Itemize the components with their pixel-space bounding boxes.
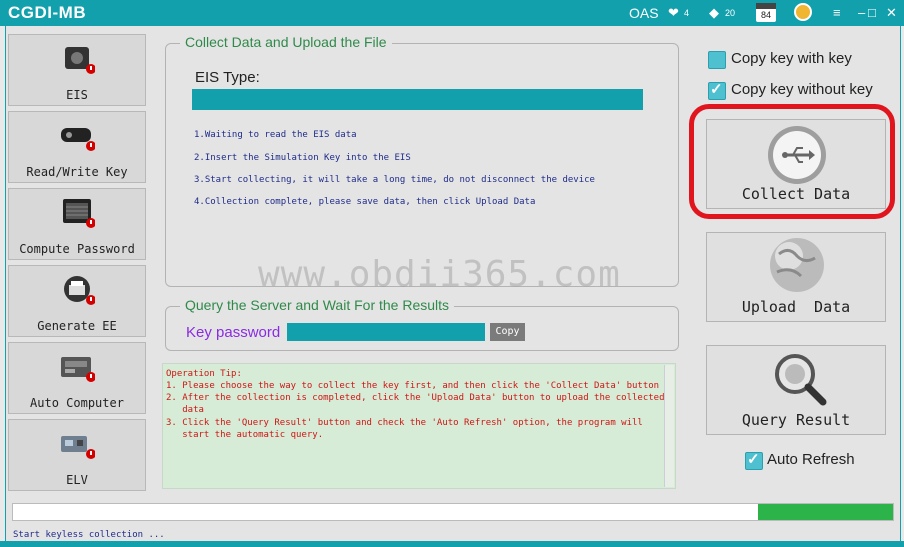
window-border-bottom	[0, 541, 904, 547]
calendar-day: 84	[760, 10, 771, 20]
eis-type-label: EIS Type:	[195, 69, 260, 86]
status-text: Start keyless collection ...	[13, 530, 165, 540]
close-icon[interactable]: ✕	[886, 5, 897, 21]
eis-type-field[interactable]	[192, 89, 643, 110]
sidebar-item-label: ELV	[66, 473, 88, 487]
tip-line: 2. After the collection is completed, cl…	[166, 393, 665, 403]
collect-data-button[interactable]: Collect Data	[706, 119, 886, 209]
auto-refresh-label: Auto Refresh	[767, 451, 855, 468]
step-item: 3.Start collecting, it will take a long …	[194, 175, 595, 185]
app-title: CGDI-MB	[8, 3, 87, 22]
sidebar-item-compute-password[interactable]: Compute Password	[8, 188, 146, 260]
copy-button[interactable]: Copy	[490, 323, 525, 341]
copy-without-key-checkbox[interactable]: ✓	[708, 81, 726, 100]
hearts-count: 4	[684, 8, 690, 18]
key-password-field[interactable]	[287, 323, 485, 341]
auto-refresh-checkbox[interactable]: ✓	[745, 451, 763, 470]
sidebar-item-eis[interactable]: EIS	[8, 34, 146, 106]
ecu-icon	[61, 357, 95, 382]
magnifier-icon	[775, 354, 827, 406]
sidebar-item-elv[interactable]: ELV	[8, 419, 146, 491]
key-password-label: Key password	[186, 324, 281, 341]
step-item: 1.Waiting to read the EIS data	[194, 130, 357, 140]
usb-icon	[768, 126, 826, 184]
menu-icon[interactable]: ≡	[833, 5, 841, 20]
oas-label[interactable]: OAS	[629, 5, 659, 21]
keyboard-icon	[63, 199, 95, 228]
copy-with-key-radio[interactable]	[708, 51, 726, 69]
tip-line: 1. Please choose the way to collect the …	[166, 381, 660, 391]
progress-fill	[758, 504, 893, 520]
upload-data-label: Upload Data	[741, 298, 851, 316]
tip-line: Operation Tip:	[166, 369, 242, 379]
minimize-icon[interactable]: ‒	[858, 5, 865, 20]
tip-line: data	[166, 405, 204, 415]
globe-icon	[770, 238, 824, 292]
collect-data-group: Collect Data and Upload the File EIS Typ…	[165, 34, 679, 287]
heart-icon: ❤	[668, 5, 679, 20]
title-bar: CGDI-MB OAS ❤ 4 ◆ 20 84 ≡ ‒ □ ✕	[0, 0, 904, 26]
sidebar-item-label: EIS	[66, 88, 88, 102]
ignition-switch-icon	[65, 47, 95, 74]
operation-tip-panel: Operation Tip: 1. Please choose the way …	[162, 363, 676, 489]
sidebar-item-label: Generate EE	[37, 319, 117, 333]
calendar-icon[interactable]: 84	[756, 3, 776, 22]
car-key-icon	[61, 128, 95, 151]
elv-module-icon	[61, 436, 95, 459]
progress-bar	[12, 503, 894, 521]
step-item: 2.Insert the Simulation Key into the EIS	[194, 153, 411, 163]
query-group-title: Query the Server and Wait For the Result…	[180, 297, 455, 313]
tip-scrollbar[interactable]	[664, 365, 674, 487]
sidebar-item-label: Read/Write Key	[26, 165, 128, 179]
sidebar-item-label: Compute Password	[19, 242, 135, 256]
copy-with-key-label: Copy key with key	[731, 50, 852, 67]
checkmark-icon: ✓	[747, 451, 760, 468]
step-item: 4.Collection complete, please save data,…	[194, 197, 536, 207]
tip-line: start the automatic query.	[166, 430, 324, 440]
upload-data-button[interactable]: Upload Data	[706, 232, 886, 322]
copy-without-key-label: Copy key without key	[731, 81, 873, 98]
collect-group-title: Collect Data and Upload the File	[180, 34, 392, 50]
query-group: Query the Server and Wait For the Result…	[165, 297, 679, 351]
watermark: www.obdii365.com	[258, 254, 621, 295]
sidebar-item-read-write-key[interactable]: Read/Write Key	[8, 111, 146, 183]
medal-icon[interactable]	[794, 3, 812, 21]
tip-line: 3. Click the 'Query Result' button and c…	[166, 418, 643, 428]
gem-icon: ◆	[709, 5, 719, 20]
sidebar-item-generate-ee[interactable]: Generate EE	[8, 265, 146, 337]
sidebar-item-auto-computer[interactable]: Auto Computer	[8, 342, 146, 414]
printer-icon	[64, 276, 95, 305]
query-result-button[interactable]: Query Result	[706, 345, 886, 435]
maximize-icon[interactable]: □	[868, 5, 876, 20]
query-result-label: Query Result	[741, 411, 851, 429]
checkmark-icon: ✓	[710, 81, 723, 98]
collect-data-label: Collect Data	[741, 185, 851, 203]
sidebar-item-label: Auto Computer	[30, 396, 124, 410]
gems-count: 20	[725, 8, 736, 18]
